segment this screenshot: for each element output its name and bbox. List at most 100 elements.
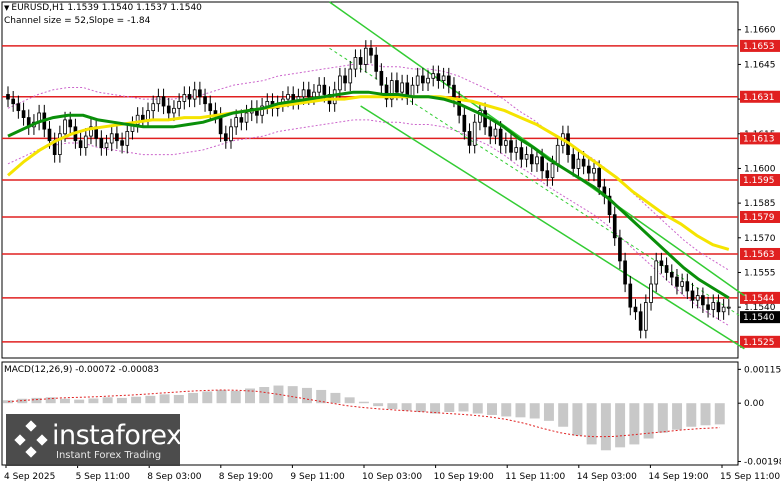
time-tick-label: 10 Sep 19:00 [434, 472, 494, 482]
level-label: 1.1595 [743, 176, 775, 186]
macd-label: MACD(12,26,9) -0.00072 -0.00083 [4, 365, 160, 375]
candle-bear [306, 89, 311, 98]
candle-bear [68, 119, 73, 128]
candle-bull [535, 156, 539, 165]
candle-bull [415, 75, 420, 86]
price-tick-label: 1.1660 [744, 26, 776, 36]
macd-histogram-bar [458, 403, 469, 412]
candle-bear [11, 98, 16, 105]
candle-bull [172, 107, 176, 114]
macd-histogram-bar [74, 399, 85, 404]
candle-bull [654, 260, 659, 285]
macd-histogram-bar [543, 403, 554, 421]
candle-bear [141, 114, 145, 121]
macd-histogram-bar [373, 403, 384, 407]
candle-bear [322, 84, 327, 95]
candle-bear [343, 75, 347, 84]
macd-histogram-bar [344, 397, 355, 404]
candle-bull [109, 133, 114, 144]
candle-bear [498, 128, 503, 146]
candle-bull [229, 126, 233, 142]
macd-histogram-bar [572, 403, 583, 436]
time-tick-label: 15 Sep 11:00 [720, 472, 780, 482]
candle-bull [332, 89, 337, 105]
candle-bear [208, 103, 213, 112]
macd-histogram-bar [629, 403, 640, 445]
candle-bull [504, 140, 508, 146]
candle-bear [457, 98, 461, 116]
level-label: 1.1525 [743, 338, 775, 348]
candle-bear [369, 47, 373, 56]
macd-histogram-bar [88, 398, 99, 404]
candle-bear [488, 126, 493, 137]
candle-bull [177, 101, 181, 109]
macd-histogram-bar [515, 403, 526, 418]
current-price-label: 1.1540 [743, 313, 775, 323]
macd-histogram-bar [188, 392, 199, 404]
candle-bear [6, 94, 10, 100]
macd-histogram-bar [657, 403, 668, 433]
macd-histogram-bar [259, 387, 270, 404]
instaforex-logo-icon [14, 420, 48, 458]
macd-tick-label: 0.00115 [744, 365, 781, 375]
time-tick-label: 8 Sep 19:00 [219, 472, 274, 482]
candle-bear [659, 260, 664, 266]
candle-bull [695, 295, 700, 301]
candle-bear [239, 117, 244, 123]
symbol-header: ▼ EURUSD,H1 1.1539 1.1540 1.1537 1.1540 [4, 3, 202, 13]
time-tick-label: 11 Sep 11:00 [505, 472, 565, 482]
candle-bear [706, 304, 710, 310]
macd-histogram-bar [529, 403, 540, 419]
candle-bear [395, 80, 399, 93]
price-tick-label: 1.1600 [744, 164, 776, 174]
candle-bull [125, 131, 130, 146]
candle-bear [571, 154, 576, 169]
candle-bear [421, 75, 425, 84]
candle-bull [156, 96, 161, 105]
candle-bear [685, 281, 690, 292]
macd-histogram-bar [558, 403, 569, 427]
macd-histogram-bar [686, 403, 697, 427]
candle-bear [166, 105, 171, 114]
candle-bear [452, 84, 456, 100]
candle-bear [716, 302, 721, 313]
candle-bull [644, 302, 648, 331]
price-tick-label: 1.1645 [744, 60, 776, 70]
macd-histogram-bar [173, 394, 184, 404]
macd-histogram-bar [600, 403, 611, 451]
candle-bull [192, 89, 197, 100]
macd-histogram-bar [415, 403, 426, 413]
candle-bull [104, 142, 109, 149]
chart-root: 1.16601.16451.16301.16151.16001.15851.15… [0, 0, 781, 489]
macd-histogram-bar [116, 397, 127, 404]
candle-bull [286, 94, 290, 100]
candle-bull [524, 154, 529, 160]
macd-histogram-bar [586, 403, 597, 445]
macd-histogram-bar [159, 394, 170, 404]
candle-bear [21, 110, 26, 118]
time-tick-label: 8 Sep 03:00 [147, 472, 202, 482]
candle-bear [203, 96, 207, 105]
macd-histogram-bar [316, 389, 327, 404]
candle-bear [379, 70, 384, 86]
level-label: 1.1653 [743, 42, 775, 52]
macd-histogram-bar [3, 400, 13, 404]
level-label: 1.1579 [743, 213, 775, 223]
candle-bear [701, 295, 705, 306]
candle-bear [638, 311, 643, 331]
macd-tick-label: 0.00 [744, 399, 764, 409]
macd-histogram-bar [59, 398, 70, 404]
macd-histogram-bar [615, 403, 626, 448]
candle-bear [47, 128, 52, 142]
bollinger-lower [7, 119, 730, 327]
macd-histogram-bar [387, 403, 398, 410]
candle-bear [187, 94, 192, 100]
price-tick-label: 1.1570 [744, 234, 776, 244]
macd-histogram-bar [301, 387, 312, 404]
collapse-triangle-icon: ▼ [4, 4, 10, 12]
candle-bull [680, 281, 684, 287]
candle-bull [146, 110, 150, 121]
candle-bull [493, 128, 498, 137]
macd-histogram-bar [700, 403, 711, 426]
candle-bear [161, 96, 166, 107]
